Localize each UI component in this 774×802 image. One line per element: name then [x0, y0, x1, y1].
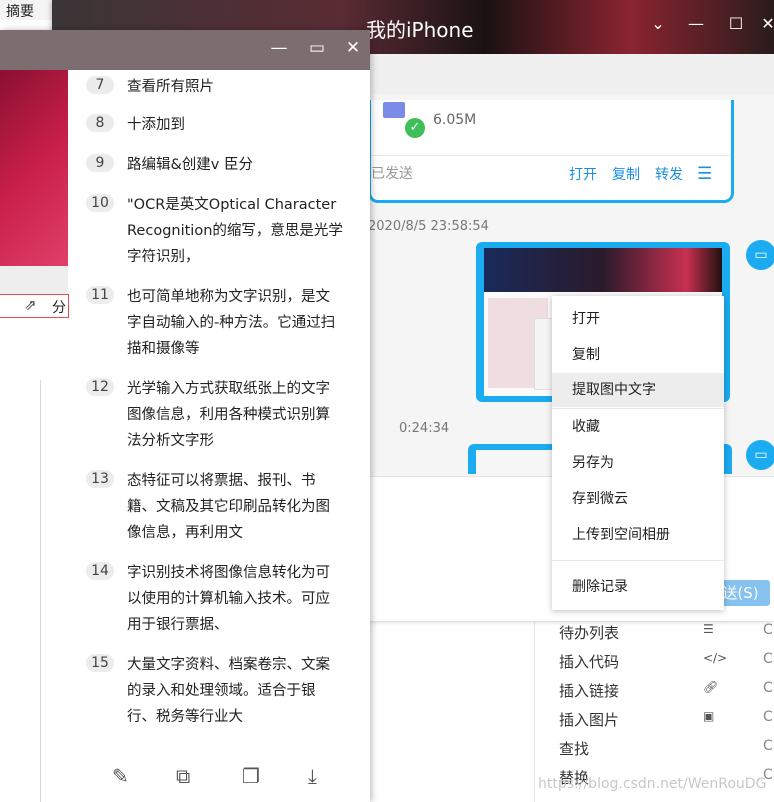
open-link[interactable]: 打开: [569, 164, 597, 184]
shortcut-key: C: [763, 709, 773, 725]
share-label: 分: [52, 300, 66, 316]
ctx-open[interactable]: 打开: [552, 302, 724, 336]
file-size: 6.05M: [433, 112, 477, 128]
sent-status: 已发送: [371, 166, 413, 182]
context-menu: 打开 复制 提取图中文字 收藏 另存为 存到微云 上传到空间相册 删除记录: [552, 296, 724, 610]
minimize-icon[interactable]: —: [268, 38, 290, 58]
more-menu-icon[interactable]: ☰: [697, 164, 712, 184]
close-icon[interactable]: ✕: [756, 14, 774, 33]
todo-list-icon: ☰: [703, 622, 714, 636]
shortcut-key: C: [763, 622, 773, 638]
line-text: 字识别技术将图像信息转化为可以使用的计算机输入技术。可应用于银行票据、: [127, 565, 330, 633]
source-image-thumbnail: [0, 70, 68, 266]
share-button[interactable]: ⇗ 分: [0, 294, 69, 318]
ctx-extract-text[interactable]: 提取图中文字: [552, 373, 724, 407]
edit-icon[interactable]: ✎: [112, 764, 129, 788]
image-icon: ▣: [703, 709, 715, 723]
shortcut-key: C: [763, 651, 773, 667]
download-icon[interactable]: ⤓: [308, 764, 317, 788]
translate-icon[interactable]: ⧉: [176, 764, 190, 788]
ctx-favorite[interactable]: 收藏: [552, 410, 724, 444]
ocr-window: — ▭ ✕ ⇗ 分 7 查看所有照片 8 十添加到 9 路编辑&创建v 臣分 1…: [0, 30, 370, 802]
ctx-delete-record[interactable]: 删除记录: [552, 570, 724, 604]
line-text: 光学输入方式获取纸张上的文字图像信息，利用各种模式识别算法分析文字形: [127, 381, 330, 449]
line-text: 十添加到: [127, 117, 185, 133]
top-menu: 摘要: [0, 0, 60, 20]
line-number: 10: [86, 194, 114, 212]
ctx-copy[interactable]: 复制: [552, 338, 724, 372]
code-icon: </>: [703, 651, 728, 665]
copy-link[interactable]: 复制: [612, 164, 640, 184]
divider: [552, 408, 724, 409]
line-number: 11: [86, 286, 114, 304]
message-time: 2020/8/5 23:58:54: [368, 219, 489, 234]
link-icon: 🔗︎: [703, 680, 719, 694]
menu-find[interactable]: 查找: [559, 738, 589, 759]
file-icon: [383, 102, 405, 118]
divider: [552, 560, 724, 561]
maximize-icon[interactable]: ▭: [306, 38, 328, 58]
ctx-upload-album[interactable]: 上传到空间相册: [552, 518, 724, 552]
ctx-save-as[interactable]: 另存为: [552, 446, 724, 480]
share-icon: ⇗: [24, 296, 37, 314]
minimize-icon[interactable]: —: [684, 14, 708, 33]
watermark: https://blog.csdn.net/WenRouDG: [538, 776, 767, 792]
file-message-card[interactable]: ✓ 6.05M 已发送 打开 复制 转发 ☰: [368, 100, 734, 203]
divider: [40, 380, 41, 802]
ctx-save-weiyun[interactable]: 存到微云: [552, 482, 724, 516]
divider: [371, 155, 731, 156]
line-number: 8: [86, 114, 114, 132]
close-icon[interactable]: ✕: [342, 38, 364, 58]
device-avatar[interactable]: ▭: [746, 440, 774, 470]
ocr-title-bar: — ▭ ✕: [0, 30, 370, 70]
line-text: 查看所有照片: [127, 79, 214, 95]
maximize-icon[interactable]: ☐: [724, 14, 748, 33]
line-number: 7: [86, 76, 114, 94]
menu-insert-image[interactable]: 插入图片: [559, 709, 619, 730]
device-avatar[interactable]: ▭: [746, 240, 774, 270]
line-text: 大量文字资料、档案卷宗、文案的录入和处理领域。适合于银行、税务等行业大: [127, 657, 330, 725]
line-text: 也可简单地称为文字识别，是文字自动输入的-种方法。它通过扫描和摄像等: [127, 289, 336, 357]
shortcut-key: C: [763, 680, 773, 696]
line-number: 13: [86, 470, 114, 488]
menu-insert-link[interactable]: 插入链接: [559, 680, 619, 701]
chat-title: 我的iPhone: [366, 18, 474, 42]
line-number: 14: [86, 562, 114, 580]
menu-insert-code[interactable]: 插入代码: [559, 651, 619, 672]
message-time: 0:24:34: [399, 421, 450, 436]
line-text: 态特征可以将票据、报刊、书籍、文稿及其它印刷品转化为图像信息，再利用文: [127, 473, 330, 541]
menu-todo-list[interactable]: 待办列表: [559, 622, 619, 643]
forward-link[interactable]: 转发: [655, 164, 683, 184]
line-number: 9: [86, 154, 114, 172]
chevron-down-icon[interactable]: ⌄: [646, 14, 670, 33]
menu-summary[interactable]: 摘要: [0, 0, 60, 22]
check-icon: ✓: [405, 118, 425, 138]
copy-icon[interactable]: ❐: [242, 764, 260, 788]
line-text: "OCR是英文Optical Character Recognition的缩写，…: [127, 197, 343, 265]
line-text: 路编辑&创建v 臣分: [127, 157, 253, 173]
line-number: 12: [86, 378, 114, 396]
editor-right-menu: 待办列表 插入代码 插入链接 插入图片 查找 替换 ☰ </> 🔗︎ ▣ C C…: [534, 616, 774, 802]
line-number: 15: [86, 654, 114, 672]
shortcut-key: C: [763, 738, 773, 754]
